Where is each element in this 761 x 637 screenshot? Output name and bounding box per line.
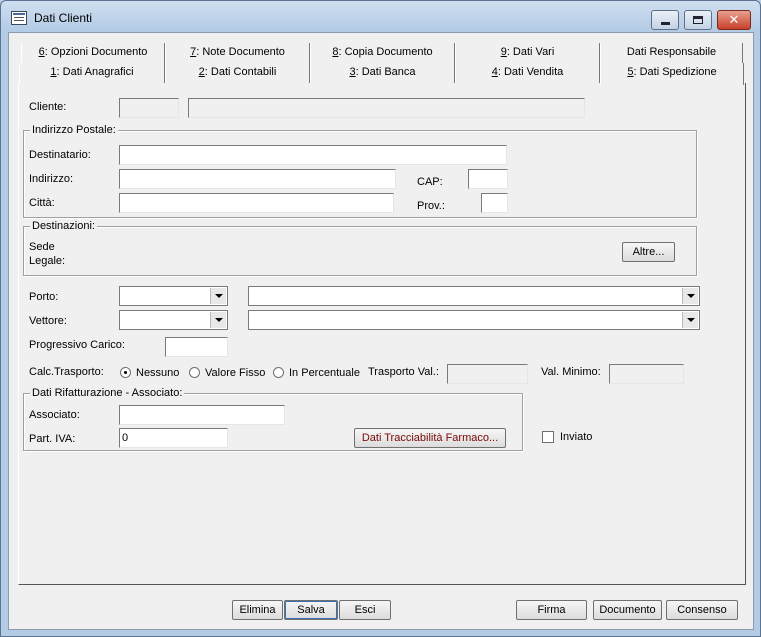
porto-code-combo[interactable] (119, 286, 228, 306)
indirizzo-label: Indirizzo: (29, 173, 74, 185)
legale-label: Legale: (29, 255, 66, 267)
chevron-down-icon[interactable] (210, 312, 226, 328)
cap-field[interactable] (468, 169, 508, 189)
inviato-checkbox[interactable] (542, 431, 554, 443)
associato-label: Associato: (29, 409, 80, 421)
maximize-icon (693, 16, 703, 24)
altre-button[interactable]: Altre... (622, 242, 675, 262)
associato-field[interactable] (119, 405, 285, 425)
elimina-button[interactable]: Elimina (232, 600, 283, 620)
destinatario-field[interactable] (119, 145, 507, 165)
window-client-area: 6: Opzioni Documento 7: Note Documento 8… (8, 32, 754, 630)
citta-label: Città: (29, 197, 55, 209)
dati-tracciabilita-button[interactable]: Dati Tracciabilità Farmaco... (354, 428, 506, 448)
cliente-label: Cliente: (29, 101, 67, 113)
trasporto-val-label: Trasporto Val.: (368, 366, 439, 378)
maximize-button[interactable] (684, 10, 712, 30)
salva-button[interactable]: Salva (284, 600, 338, 620)
destinatario-label: Destinatario: (29, 149, 91, 161)
inviato-label[interactable]: Inviato (560, 431, 592, 443)
minimize-icon (660, 22, 670, 25)
destinazioni-title: Destinazioni: (30, 220, 97, 232)
consenso-button[interactable]: Consenso (666, 600, 738, 620)
tab-dati-vari[interactable]: 9: Dati Vari (455, 43, 600, 63)
part-iva-field[interactable] (119, 428, 228, 448)
close-icon: ✕ (728, 12, 740, 28)
tab-copia-documento[interactable]: 8: Copia Documento (310, 43, 455, 63)
tab-dati-responsabile[interactable]: Dati Responsabile (600, 43, 743, 63)
cliente-name-field[interactable] (188, 98, 585, 118)
prov-field[interactable] (481, 193, 508, 213)
cliente-code-field[interactable] (119, 98, 179, 118)
destinazioni-group: Destinazioni: (23, 220, 697, 276)
chevron-down-icon[interactable] (682, 312, 698, 328)
radio-in-percentuale-label[interactable]: In Percentuale (289, 367, 360, 379)
firma-button[interactable]: Firma (516, 600, 587, 620)
porto-desc-combo[interactable] (248, 286, 700, 306)
cap-label: CAP: (417, 176, 443, 188)
radio-valore-fisso-label[interactable]: Valore Fisso (205, 367, 265, 379)
radio-in-percentuale[interactable] (273, 367, 284, 378)
vettore-code-combo[interactable] (119, 310, 228, 330)
dati-clienti-window: Dati Clienti ✕ 6: Opzioni Documento 7: N… (0, 0, 761, 637)
prov-label: Prov.: (417, 200, 445, 212)
title-bar[interactable]: Dati Clienti ✕ (1, 1, 760, 33)
tab-dati-spedizione[interactable]: 5: Dati Spedizione (600, 63, 744, 85)
close-button[interactable]: ✕ (717, 10, 751, 30)
chevron-down-icon[interactable] (210, 288, 226, 304)
trasporto-val-field[interactable] (447, 364, 528, 384)
calc-trasporto-label: Calc.Trasporto: (29, 366, 104, 378)
window-title: Dati Clienti (34, 11, 93, 25)
val-minimo-label: Val. Minimo: (541, 366, 601, 378)
radio-nessuno-label[interactable]: Nessuno (136, 367, 179, 379)
progressivo-label: Progressivo Carico: (29, 339, 125, 351)
radio-nessuno[interactable] (120, 367, 131, 378)
progressivo-field[interactable] (165, 337, 228, 357)
part-iva-label: Part. IVA: (29, 433, 76, 445)
tab-dati-anagrafici[interactable]: 1: Dati Anagrafici (19, 63, 165, 83)
documento-button[interactable]: Documento (593, 600, 662, 620)
minimize-button[interactable] (651, 10, 679, 30)
dati-spedizione-panel: Cliente: Indirizzo Postale: Destinatario… (18, 83, 746, 585)
vettore-desc-combo[interactable] (248, 310, 700, 330)
val-minimo-field[interactable] (609, 364, 684, 384)
tab-dati-vendita[interactable]: 4: Dati Vendita (455, 63, 600, 83)
tab-dati-contabili[interactable]: 2: Dati Contabili (165, 63, 310, 83)
radio-valore-fisso[interactable] (189, 367, 200, 378)
vettore-label: Vettore: (29, 315, 67, 327)
tab-note-documento[interactable]: 7: Note Documento (165, 43, 310, 63)
rifatturazione-title: Dati Rifatturazione - Associato: (30, 387, 185, 399)
porto-label: Porto: (29, 291, 59, 303)
esci-button[interactable]: Esci (339, 600, 391, 620)
indirizzo-field[interactable] (119, 169, 396, 189)
chevron-down-icon[interactable] (682, 288, 698, 304)
tab-opzioni-documento[interactable]: 6: Opzioni Documento (21, 43, 165, 63)
sede-label: Sede (29, 241, 55, 253)
citta-field[interactable] (119, 193, 394, 213)
form-app-icon[interactable] (11, 11, 27, 25)
tab-dati-banca[interactable]: 3: Dati Banca (310, 63, 455, 83)
indirizzo-postale-title: Indirizzo Postale: (30, 124, 118, 136)
